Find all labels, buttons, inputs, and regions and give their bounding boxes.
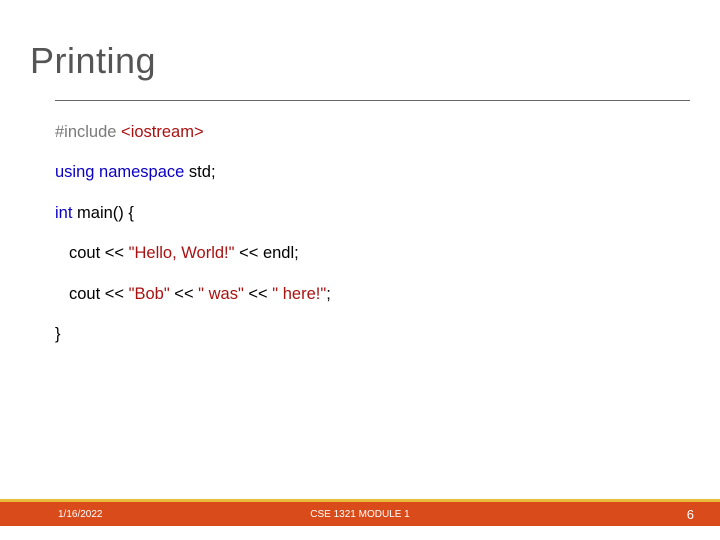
punct-parens-brace: () { (113, 204, 134, 222)
footer-page-number: 6 (687, 507, 694, 522)
keyword-namespace: namespace (94, 163, 184, 181)
string-bob: "Bob" (129, 285, 170, 303)
code-line-6: } (55, 321, 690, 347)
ident-main: main (72, 204, 112, 222)
punct-semicolon-2: ; (294, 244, 299, 262)
slide-title: Printing (0, 0, 720, 92)
op-stream-3: << (100, 285, 128, 303)
footer-date: 1/16/2022 (58, 509, 103, 520)
keyword-using: using (55, 163, 94, 181)
op-stream-1: << (100, 244, 128, 262)
code-line-2: using namespace std; (55, 159, 690, 185)
footer-course: CSE 1321 MODULE 1 (310, 509, 410, 520)
code-line-3: int main() { (55, 200, 690, 226)
string-hello: "Hello, World!" (129, 244, 235, 262)
string-was: " was" (198, 285, 244, 303)
code-line-5: cout << "Bob" << " was" << " here!"; (55, 281, 690, 307)
keyword-int: int (55, 204, 72, 222)
string-here: " here!" (272, 285, 326, 303)
ident-cout-2: cout (69, 285, 100, 303)
op-stream-2: << (235, 244, 263, 262)
header-iostream: <iostream> (116, 123, 203, 141)
preprocessor-include: #include (55, 123, 116, 141)
ident-endl: endl (263, 244, 294, 262)
punct-close-brace: } (55, 325, 61, 343)
punct-semicolon-1: ; (211, 163, 216, 181)
op-stream-5: << (244, 285, 272, 303)
code-line-4: cout << "Hello, World!" << endl; (55, 240, 690, 266)
ident-std: std (184, 163, 211, 181)
op-stream-4: << (170, 285, 198, 303)
punct-semicolon-3: ; (326, 285, 331, 303)
code-block: #include <iostream> using namespace std;… (0, 101, 720, 347)
footer-bar: 1/16/2022 CSE 1321 MODULE 1 6 (0, 502, 720, 526)
code-line-1: #include <iostream> (55, 119, 690, 145)
slide: Printing #include <iostream> using names… (0, 0, 720, 540)
ident-cout-1: cout (69, 244, 100, 262)
